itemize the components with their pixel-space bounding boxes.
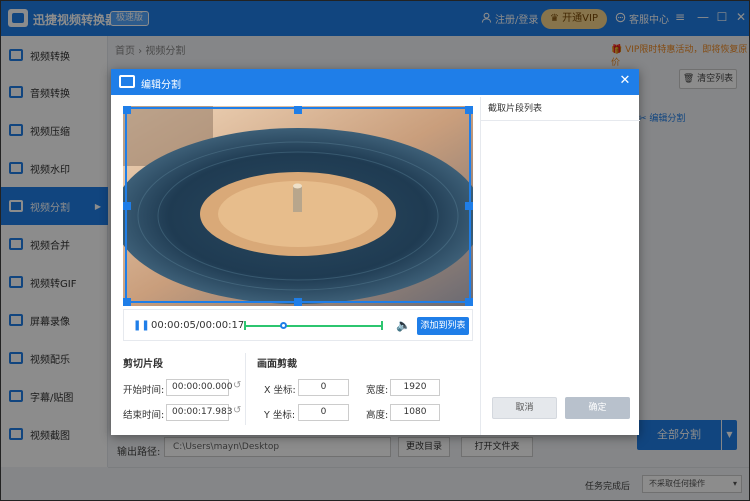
edit-split-dialog: 编辑分割 ✕ ❚❚ 00:00:05/00:00:17 🔈 添加到列表 截取片段… xyxy=(111,69,640,435)
playback-time: 00:00:05/00:00:17 xyxy=(151,320,245,331)
section-divider xyxy=(245,353,246,425)
width-input[interactable]: 1920 xyxy=(390,379,440,396)
playhead-thumb[interactable] xyxy=(280,322,288,329)
start-time-input[interactable]: 00:00:00.000 xyxy=(166,379,232,396)
x-coordinate-input[interactable]: 0 xyxy=(298,379,349,396)
clips-header: 截取片段列表 xyxy=(481,97,640,121)
dialog-close-button[interactable]: ✕ xyxy=(617,73,633,88)
cut-section-title: 剪切片段 xyxy=(123,359,163,370)
dialog-footer: 取消 确定 xyxy=(480,379,639,435)
height-input[interactable]: 1080 xyxy=(390,404,440,421)
width-label: 宽度: xyxy=(366,385,389,396)
crop-handle[interactable] xyxy=(294,298,302,306)
start-time-label: 开始时间: xyxy=(123,385,165,396)
dialog-title-bar: 编辑分割 ✕ xyxy=(111,69,639,95)
add-to-list-button[interactable]: 添加到列表 xyxy=(417,317,469,335)
end-time-input[interactable]: 00:00:17.983 xyxy=(166,404,232,421)
app-window: 迅捷视频转换器 极速版 注册/登录 ♛ 开通VIP 客服中心 ≡ — ☐ ✕ 视… xyxy=(0,0,750,501)
crop-handle[interactable] xyxy=(465,106,473,114)
y-coordinate-label: Y 坐标: xyxy=(264,410,296,421)
cancel-button[interactable]: 取消 xyxy=(492,397,557,419)
video-camera-icon xyxy=(119,75,135,88)
end-time-label: 结束时间: xyxy=(123,410,165,421)
x-coordinate-label: X 坐标: xyxy=(264,385,296,396)
clips-panel: 截取片段列表 xyxy=(480,97,640,379)
volume-icon[interactable]: 🔈 xyxy=(396,318,411,332)
playback-controls: ❚❚ 00:00:05/00:00:17 🔈 添加到列表 xyxy=(123,309,473,341)
dialog-title: 编辑分割 xyxy=(141,80,181,91)
pause-icon[interactable]: ❚❚ xyxy=(133,320,150,331)
crop-box[interactable] xyxy=(125,107,471,303)
crop-handle[interactable] xyxy=(123,106,131,114)
crop-section-title: 画面剪裁 xyxy=(257,359,297,370)
reset-icon[interactable]: ↺ xyxy=(233,380,241,391)
crop-handle[interactable] xyxy=(465,298,473,306)
reset-icon[interactable]: ↺ xyxy=(233,405,241,416)
trim-start-handle[interactable] xyxy=(244,321,246,330)
confirm-button[interactable]: 确定 xyxy=(565,397,630,419)
trim-track[interactable] xyxy=(244,325,382,327)
video-preview xyxy=(123,106,473,306)
crop-handle[interactable] xyxy=(123,202,131,210)
y-coordinate-input[interactable]: 0 xyxy=(298,404,349,421)
trim-end-handle[interactable] xyxy=(381,321,383,330)
height-label: 高度: xyxy=(366,410,389,421)
crop-handle[interactable] xyxy=(123,298,131,306)
crop-handle[interactable] xyxy=(465,202,473,210)
crop-handle[interactable] xyxy=(294,106,302,114)
